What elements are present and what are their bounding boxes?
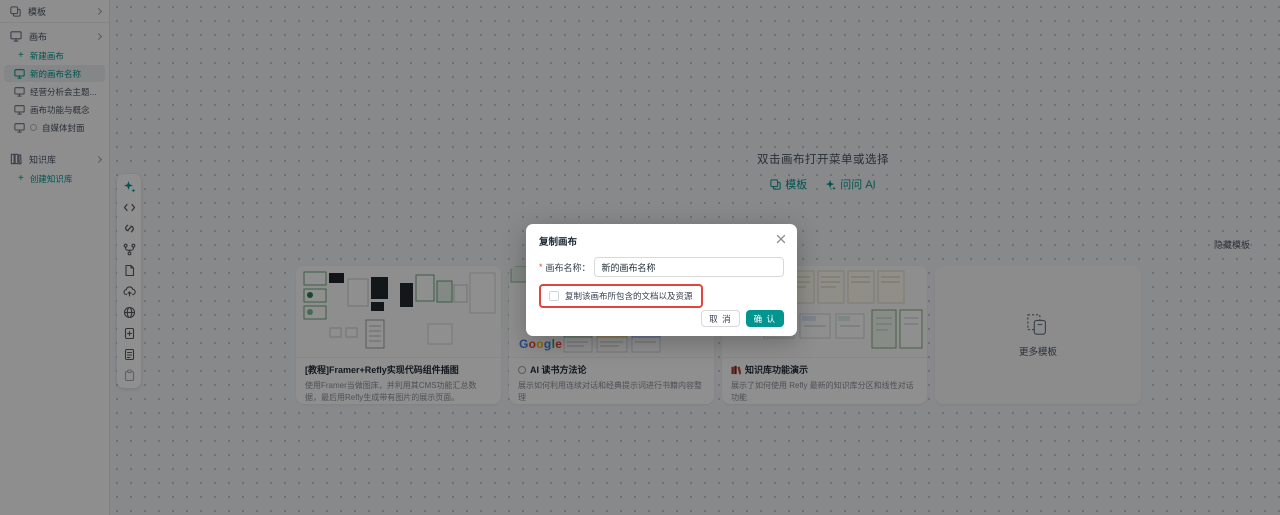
modal-title: 复制画布 — [539, 237, 578, 248]
canvas-name-input[interactable] — [593, 257, 784, 277]
modal-footer: 取 消 确 认 — [701, 310, 784, 327]
close-icon[interactable] — [775, 233, 787, 245]
required-mark: * — [539, 262, 543, 272]
confirm-button[interactable]: 确 认 — [745, 310, 784, 327]
copy-resources-checkbox-row[interactable]: 复制该画布所包含的文档以及资源 — [539, 284, 703, 308]
copy-resources-label: 复制该画布所包含的文档以及资源 — [565, 291, 693, 301]
canvas-name-field-row: * 画布名称： — [539, 257, 784, 277]
copy-canvas-modal: 复制画布 * 画布名称： 复制该画布所包含的文档以及资源 取 消 确 认 — [526, 224, 797, 336]
refly-app: 双击画布打开菜单或选择 模板 问问 AI 隐藏模板 [教程]Framer+Ref… — [0, 0, 1280, 515]
canvas-name-label: 画布名称： — [545, 262, 591, 273]
cancel-button[interactable]: 取 消 — [701, 310, 740, 327]
checkbox-unchecked-icon[interactable] — [549, 291, 559, 301]
